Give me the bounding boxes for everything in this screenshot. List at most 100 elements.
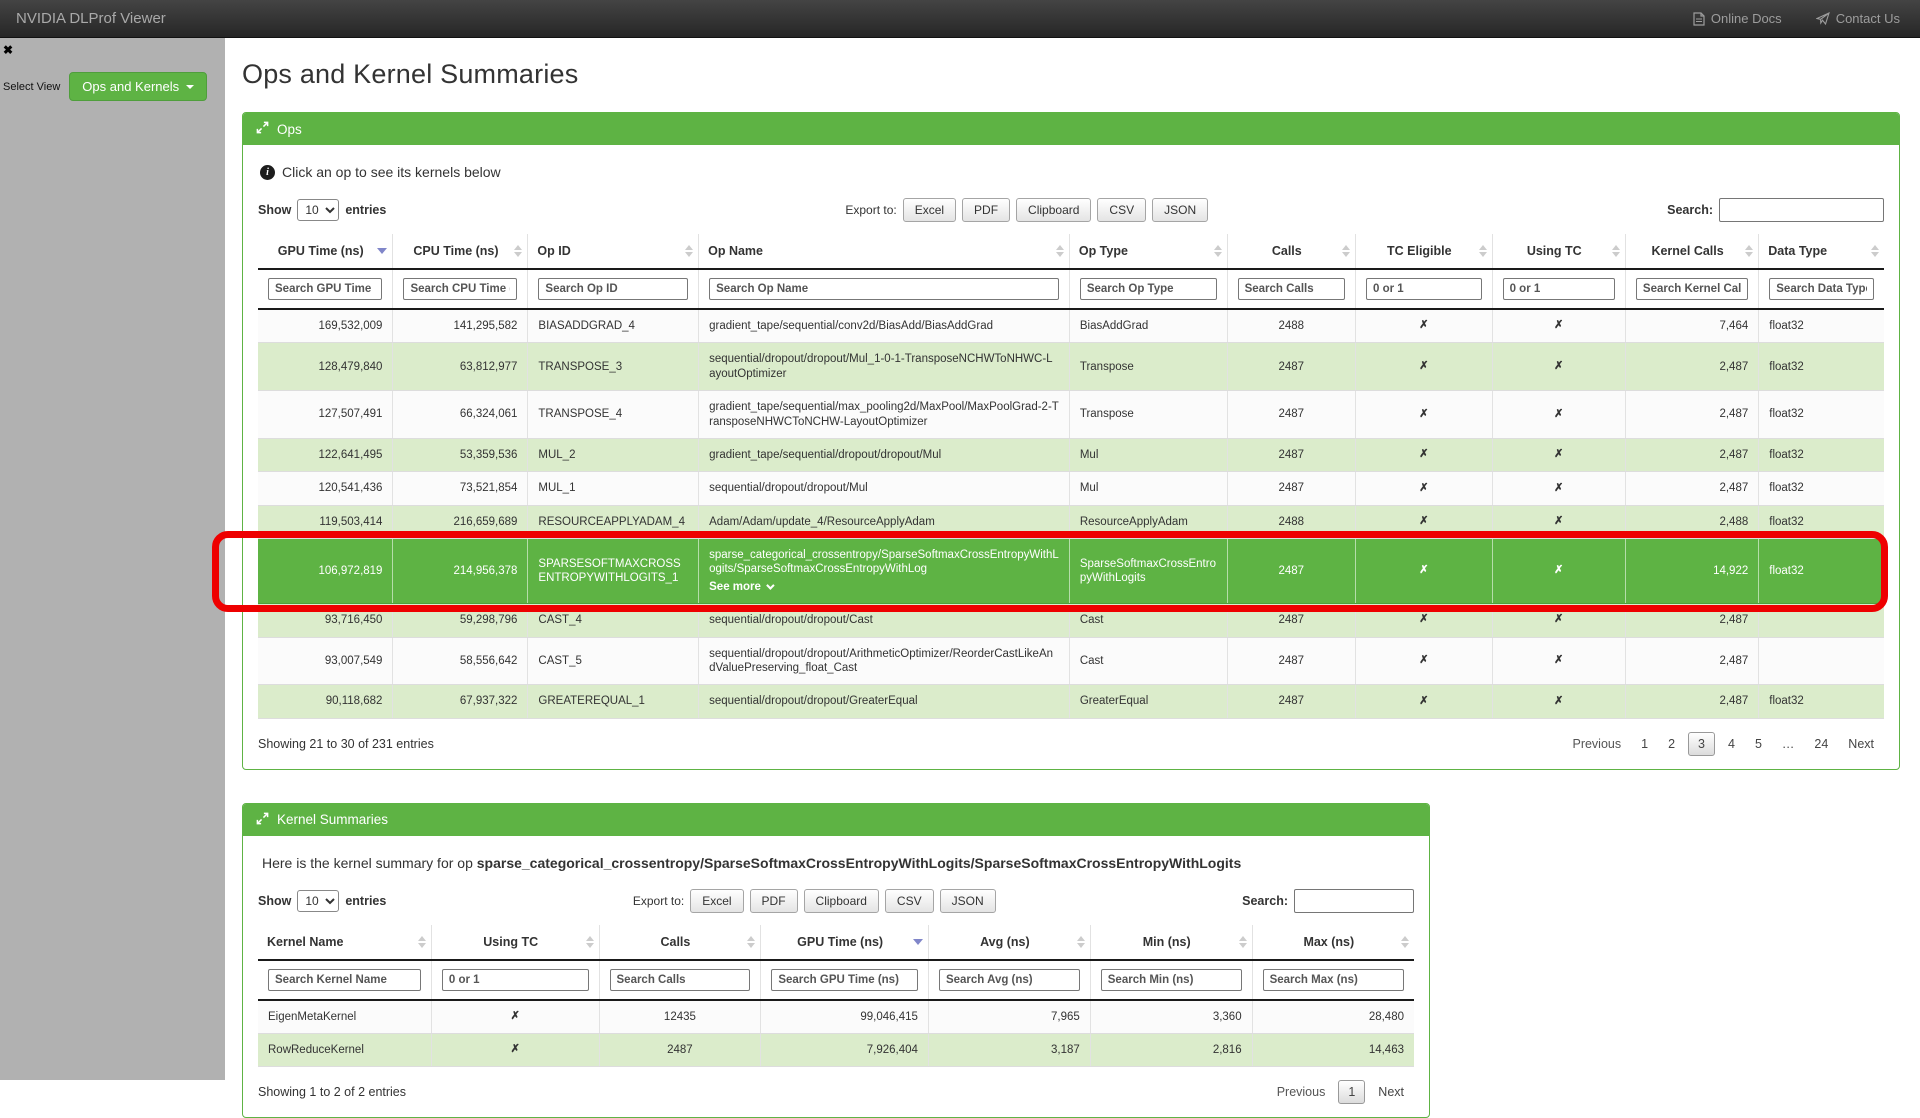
ops-filter-op_type-input[interactable]: [1080, 278, 1217, 300]
ops-column-header-op_type[interactable]: Op Type: [1069, 234, 1227, 269]
kernel-column-header-min[interactable]: Min (ns): [1090, 925, 1252, 960]
sort-icon: [1239, 936, 1247, 948]
ops-filter-data_type-input[interactable]: [1769, 278, 1874, 300]
kernel-export-excel-button[interactable]: Excel: [690, 889, 743, 913]
column-label: GPU Time (ns): [278, 244, 364, 258]
ops-table-row[interactable]: 93,007,54958,556,642CAST_5sequential/dro…: [258, 637, 1884, 685]
sort-icon: [418, 936, 426, 948]
cell-kernel_calls: 2,487: [1625, 343, 1758, 391]
ops-filter-tc_eligible-input[interactable]: [1366, 278, 1482, 300]
ops-selected-row[interactable]: 106,972,819214,956,378SPARSESOFTMAXCROSS…: [258, 539, 1884, 604]
column-label: Avg (ns): [980, 935, 1030, 949]
kernel-summary-prefix: Here is the kernel summary for op: [262, 855, 473, 871]
ops-page-button-4[interactable]: 4: [1718, 732, 1745, 756]
cell-op_type: Cast: [1069, 604, 1227, 637]
ops-column-header-op_id[interactable]: Op ID: [528, 234, 699, 269]
ops-column-header-tc_eligible[interactable]: TC Eligible: [1356, 234, 1493, 269]
ops-column-header-kernel_calls[interactable]: Kernel Calls: [1625, 234, 1758, 269]
close-icon[interactable]: ✖: [3, 43, 13, 57]
see-more-link[interactable]: See more: [709, 580, 1059, 594]
kernel-previous-page-button[interactable]: Previous: [1267, 1080, 1336, 1104]
ops-filter-op_id-input[interactable]: [538, 278, 688, 300]
kernel-column-header-using_tc[interactable]: Using TC: [431, 925, 599, 960]
show-label: Show: [258, 894, 291, 908]
ops-previous-page-button[interactable]: Previous: [1562, 732, 1631, 756]
ops-column-header-calls[interactable]: Calls: [1227, 234, 1355, 269]
column-label: Max (ns): [1303, 935, 1354, 949]
ops-table-row[interactable]: 93,716,45059,298,796CAST_4sequential/dro…: [258, 604, 1884, 637]
ops-export-pdf-button[interactable]: PDF: [962, 198, 1010, 222]
ops-page-button-3[interactable]: 3: [1688, 732, 1715, 756]
kernel-column-header-avg[interactable]: Avg (ns): [928, 925, 1090, 960]
ops-export-excel-button[interactable]: Excel: [903, 198, 956, 222]
cell-calls: 2487: [1227, 604, 1355, 637]
ops-page-button-5[interactable]: 5: [1745, 732, 1772, 756]
kernel-export-csv-button[interactable]: CSV: [885, 889, 934, 913]
view-selector-dropdown[interactable]: Ops and Kernels: [69, 72, 207, 101]
cell-cpu_time: 66,324,061: [393, 391, 528, 439]
cell-min: 2,816: [1090, 1034, 1252, 1067]
ops-filter-op_name-input[interactable]: [709, 278, 1059, 300]
ops-table-row[interactable]: 120,541,43673,521,854MUL_1sequential/dro…: [258, 472, 1884, 505]
ops-filter-gpu_time-input[interactable]: [268, 278, 382, 300]
cell-using_tc: ✗: [1492, 391, 1625, 439]
ops-filter-kernel_calls-input[interactable]: [1636, 278, 1748, 300]
ops-table-row[interactable]: 169,532,009141,295,582BIASADDGRAD_4gradi…: [258, 309, 1884, 343]
ops-next-page-button[interactable]: Next: [1838, 732, 1884, 756]
kernel-export-pdf-button[interactable]: PDF: [750, 889, 798, 913]
kernel-export-clipboard-button[interactable]: Clipboard: [804, 889, 879, 913]
kernel-table: Kernel NameUsing TCCallsGPU Time (ns) Avg…: [258, 925, 1414, 1068]
online-docs-link[interactable]: Online Docs: [1693, 11, 1782, 26]
kernel-column-header-gpu_time[interactable]: GPU Time (ns): [761, 925, 929, 960]
ops-column-header-data_type[interactable]: Data Type: [1759, 234, 1884, 269]
ops-table-row[interactable]: 90,118,68267,937,322GREATEREQUAL_1sequen…: [258, 685, 1884, 718]
cell-gpu_time: 119,503,414: [258, 505, 393, 538]
ops-filter-calls-input[interactable]: [1238, 278, 1345, 300]
ops-page-button-2[interactable]: 2: [1658, 732, 1685, 756]
kernel-export-json-button[interactable]: JSON: [940, 889, 996, 913]
ops-filter-using_tc-input[interactable]: [1503, 278, 1615, 300]
ops-page-ellipsis: …: [1772, 732, 1805, 756]
chevron-down-icon: [766, 581, 774, 589]
cell-op_id: MUL_1: [528, 472, 699, 505]
ops-page-button-1[interactable]: 1: [1631, 732, 1658, 756]
ops-table-row[interactable]: 128,479,84063,812,977TRANSPOSE_3sequenti…: [258, 343, 1884, 391]
ops-column-header-using_tc[interactable]: Using TC: [1492, 234, 1625, 269]
ops-table-row[interactable]: 119,503,414216,659,689RESOURCEAPPLYADAM_…: [258, 505, 1884, 538]
cell-op_name: gradient_tape/sequential/conv2d/BiasAdd/…: [699, 309, 1070, 343]
kernel-search-input[interactable]: [1294, 889, 1414, 913]
kernel-page-button-1[interactable]: 1: [1338, 1080, 1365, 1104]
export-to-label: Export to:: [845, 203, 896, 217]
kernel-filter-avg-input[interactable]: [939, 969, 1080, 991]
kernel-page-size-select[interactable]: 10: [297, 890, 339, 912]
ops-search-input[interactable]: [1719, 198, 1884, 222]
kernel-column-header-max[interactable]: Max (ns): [1252, 925, 1414, 960]
kernel-filter-min-input[interactable]: [1101, 969, 1242, 991]
kernel-column-header-calls[interactable]: Calls: [599, 925, 761, 960]
ops-export-json-button[interactable]: JSON: [1152, 198, 1208, 222]
kernel-filter-kernel_name-input[interactable]: [268, 969, 421, 991]
kernel-table-row[interactable]: RowReduceKernel✗24877,926,4043,1872,8161…: [258, 1034, 1414, 1067]
kernel-column-header-kernel_name[interactable]: Kernel Name: [258, 925, 431, 960]
ops-page-size-select[interactable]: 10: [297, 199, 339, 221]
cell-avg: 7,965: [928, 1000, 1090, 1034]
contact-us-link[interactable]: Contact Us: [1816, 11, 1900, 26]
cell-data_type: float32: [1759, 685, 1884, 718]
ops-page-button-24[interactable]: 24: [1804, 732, 1838, 756]
kernel-filter-max-input[interactable]: [1263, 969, 1404, 991]
ops-column-header-gpu_time[interactable]: GPU Time (ns): [258, 234, 393, 269]
sort-icon: [1871, 245, 1879, 257]
kernel-filter-using_tc-input[interactable]: [442, 969, 589, 991]
cell-calls: 2487: [1227, 438, 1355, 471]
kernel-next-page-button[interactable]: Next: [1368, 1080, 1414, 1104]
ops-table-row[interactable]: 122,641,49553,359,536MUL_2gradient_tape/…: [258, 438, 1884, 471]
kernel-filter-gpu_time-input[interactable]: [771, 969, 918, 991]
kernel-table-row[interactable]: EigenMetaKernel✗1243599,046,4157,9653,36…: [258, 1000, 1414, 1034]
ops-column-header-cpu_time[interactable]: CPU Time (ns): [393, 234, 528, 269]
ops-table-row[interactable]: 127,507,49166,324,061TRANSPOSE_4gradient…: [258, 391, 1884, 439]
ops-column-header-op_name[interactable]: Op Name: [699, 234, 1070, 269]
kernel-filter-calls-input[interactable]: [610, 969, 751, 991]
ops-export-clipboard-button[interactable]: Clipboard: [1016, 198, 1091, 222]
ops-filter-cpu_time-input[interactable]: [403, 278, 517, 300]
ops-export-csv-button[interactable]: CSV: [1097, 198, 1146, 222]
